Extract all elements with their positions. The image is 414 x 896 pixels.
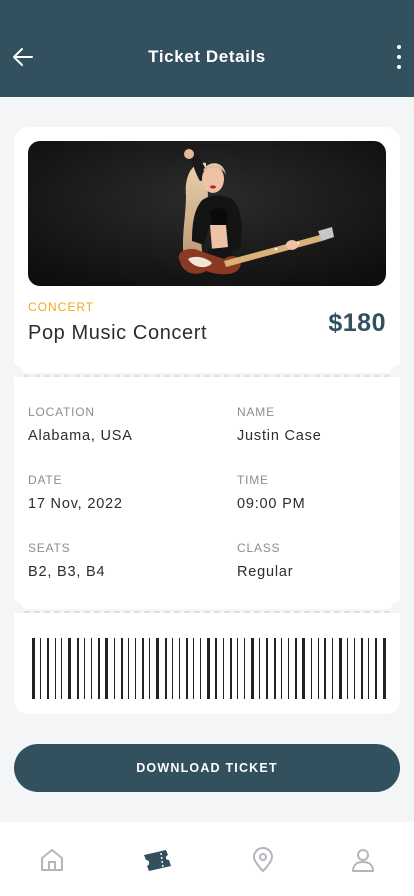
tab-profile[interactable] xyxy=(349,846,377,874)
barcode-bar xyxy=(230,638,232,699)
barcode-bar xyxy=(347,638,348,699)
detail-label: SEATS xyxy=(28,541,71,555)
barcode-bar xyxy=(135,638,136,699)
barcode-bar xyxy=(383,638,386,699)
ticket-icon xyxy=(144,850,171,871)
location-pin-icon xyxy=(252,847,274,873)
detail-value: 17 Nov, 2022 xyxy=(28,496,123,512)
event-image xyxy=(28,141,386,286)
app-header: Ticket Details xyxy=(0,0,414,97)
barcode-bar xyxy=(361,638,363,699)
barcode-bar xyxy=(186,638,188,699)
detail-value: B2, B3, B4 xyxy=(28,564,106,580)
barcode-bar xyxy=(259,638,260,699)
barcode-bar xyxy=(114,638,115,699)
ticket-details-section: LOCATION Alabama, USA NAME Justin Case D… xyxy=(14,377,400,609)
detail-seats: SEATS B2, B3, B4 xyxy=(28,541,105,580)
barcode-bar xyxy=(68,638,71,699)
barcode-bar xyxy=(61,638,62,699)
detail-label: LOCATION xyxy=(28,405,95,419)
detail-name: NAME Justin Case xyxy=(237,405,322,444)
barcode-bar xyxy=(142,638,144,699)
barcode-bar xyxy=(149,638,150,699)
detail-value: Justin Case xyxy=(237,428,322,444)
barcode-bar xyxy=(244,638,245,699)
bottom-tab-bar xyxy=(0,822,414,896)
detail-value: Alabama, USA xyxy=(28,428,133,444)
barcode-bar xyxy=(318,638,319,699)
barcode-bar xyxy=(266,638,268,699)
barcode-bar xyxy=(128,638,129,699)
barcode-bar xyxy=(84,638,85,699)
user-icon xyxy=(352,849,374,872)
barcode-bar xyxy=(156,638,159,699)
barcode-bar xyxy=(237,638,238,699)
barcode-bar xyxy=(121,638,123,699)
barcode-bar xyxy=(295,638,297,699)
barcode-bar xyxy=(281,638,282,699)
ticket-card: CONCERT Pop Music Concert $180 LOCATION … xyxy=(4,127,410,714)
barcode-bar xyxy=(200,638,201,699)
barcode-bar xyxy=(165,638,167,699)
barcode-bar xyxy=(215,638,217,699)
barcode-bar xyxy=(172,638,173,699)
detail-class: CLASS Regular xyxy=(237,541,293,580)
event-name: Pop Music Concert xyxy=(28,322,208,344)
page-title: Ticket Details xyxy=(148,47,266,66)
detail-value: Regular xyxy=(237,564,294,580)
more-options-button[interactable] xyxy=(394,45,404,69)
more-vertical-icon xyxy=(397,45,401,49)
tab-location[interactable] xyxy=(249,846,277,874)
barcode-bar xyxy=(311,638,312,699)
barcode-bar xyxy=(179,638,180,699)
event-category: CONCERT xyxy=(28,300,95,314)
barcode-bar xyxy=(207,638,210,699)
barcode xyxy=(32,638,386,699)
barcode-bar xyxy=(77,638,79,699)
tab-tickets[interactable] xyxy=(142,846,174,874)
detail-label: TIME xyxy=(237,473,269,487)
detail-label: DATE xyxy=(28,473,63,487)
barcode-bar xyxy=(274,638,276,699)
detail-location: LOCATION Alabama, USA xyxy=(28,405,133,444)
barcode-bar xyxy=(32,638,35,699)
barcode-bar xyxy=(193,638,194,699)
barcode-bar xyxy=(368,638,369,699)
detail-date: DATE 17 Nov, 2022 xyxy=(28,473,123,512)
barcode-bar xyxy=(40,638,41,699)
barcode-bar xyxy=(91,638,92,699)
barcode-bar xyxy=(98,638,100,699)
barcode-bar xyxy=(55,638,56,699)
detail-time: TIME 09:00 PM xyxy=(237,473,305,512)
barcode-bar xyxy=(47,638,49,699)
barcode-bar xyxy=(354,638,355,699)
detail-label: CLASS xyxy=(237,541,281,555)
ticket-event-section: CONCERT Pop Music Concert $180 xyxy=(14,127,400,373)
barcode-bar xyxy=(332,638,333,699)
barcode-bar xyxy=(324,638,326,699)
detail-label: NAME xyxy=(237,405,275,419)
detail-value: 09:00 PM xyxy=(237,496,306,512)
barcode-bar xyxy=(251,638,254,699)
ticket-price: $180 xyxy=(328,309,386,337)
ticket-barcode-section xyxy=(14,613,400,714)
tab-home[interactable] xyxy=(38,846,66,874)
barcode-bar xyxy=(375,638,377,699)
barcode-bar xyxy=(105,638,108,699)
home-icon xyxy=(41,849,63,871)
barcode-bar xyxy=(339,638,342,699)
download-ticket-button[interactable]: DOWNLOAD TICKET xyxy=(14,744,400,792)
barcode-bar xyxy=(302,638,305,699)
barcode-bar xyxy=(223,638,224,699)
barcode-bar xyxy=(288,638,289,699)
